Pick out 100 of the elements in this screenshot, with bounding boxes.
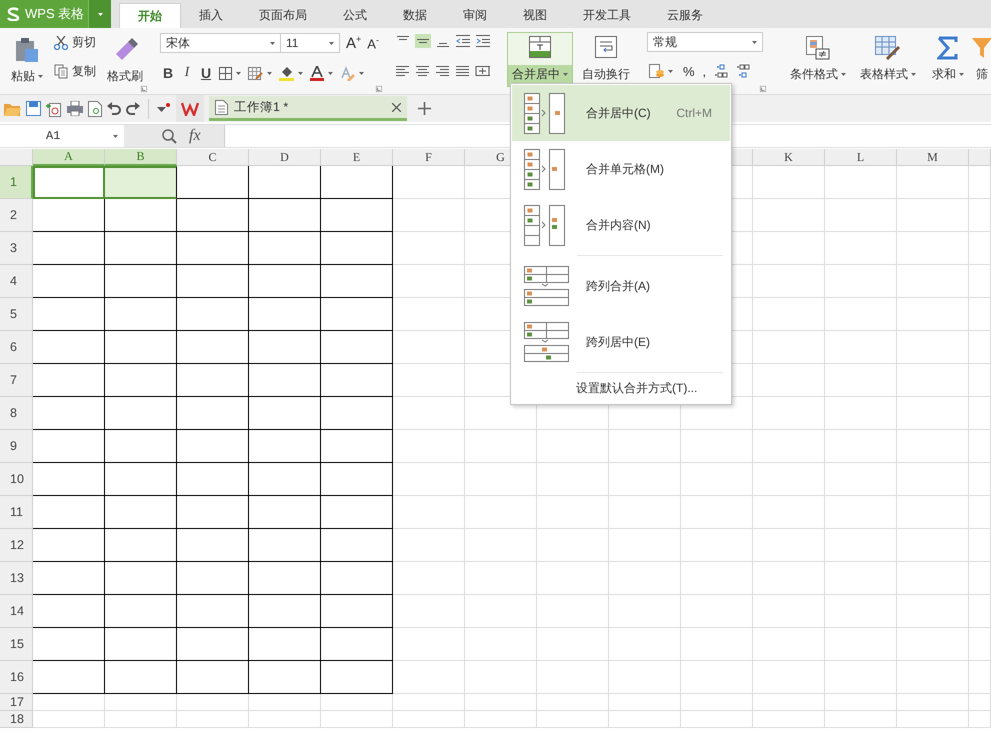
shrink-font-button[interactable]: A$^{-}$ xyxy=(367,34,379,52)
menu-item[interactable]: 跨列合并(A) xyxy=(512,258,730,314)
row-header[interactable]: 14 xyxy=(0,595,33,628)
caret-icon[interactable] xyxy=(113,134,118,138)
row-header[interactable]: 3 xyxy=(0,232,33,265)
row-header[interactable]: 17 xyxy=(0,694,33,711)
merge-center-button[interactable]: 合并居中 xyxy=(506,32,573,87)
row-header[interactable]: 15 xyxy=(0,628,33,661)
row-header[interactable]: 1 xyxy=(0,166,33,199)
ribbon-tab[interactable]: 公式 xyxy=(325,3,385,28)
ribbon-tab[interactable]: 审阅 xyxy=(445,3,505,28)
paste-button[interactable]: 粘贴 xyxy=(6,32,48,89)
format-painter-button[interactable]: 格式刷 xyxy=(102,32,148,89)
conditional-format-button[interactable]: 条件格式 xyxy=(784,32,851,87)
customize-caret-icon[interactable] xyxy=(157,102,171,114)
decrease-indent-icon[interactable] xyxy=(454,34,471,48)
ribbon-tab[interactable]: 云服务 xyxy=(649,3,721,28)
font-name-dropdown[interactable]: 宋体 xyxy=(160,33,281,53)
caret-icon[interactable] xyxy=(840,73,846,76)
caret-icon[interactable] xyxy=(752,40,757,44)
align-center-icon[interactable] xyxy=(414,64,431,78)
save-icon[interactable] xyxy=(26,101,41,116)
cut-button[interactable]: 剪切 xyxy=(52,32,98,53)
sum-button[interactable]: 求和 xyxy=(930,32,965,87)
wrap-text-button[interactable]: 自动换行 xyxy=(576,32,635,87)
align-right-icon[interactable] xyxy=(434,64,451,78)
caret-icon[interactable] xyxy=(236,72,241,74)
selected-cell[interactable] xyxy=(105,166,177,199)
caret-icon[interactable] xyxy=(958,73,964,76)
increase-decimal-icon[interactable] xyxy=(714,64,728,78)
dialog-launcher-icon[interactable] xyxy=(376,86,382,92)
grow-font-button[interactable]: A$^{+}$ xyxy=(346,34,362,52)
column-header[interactable]: E xyxy=(321,149,393,166)
ribbon-tab[interactable]: 插入 xyxy=(181,3,241,28)
row-header[interactable]: 6 xyxy=(0,331,33,364)
column-header[interactable]: K xyxy=(753,149,825,166)
caret-icon[interactable] xyxy=(267,72,272,74)
row-header[interactable]: 16 xyxy=(0,661,33,694)
borders-button[interactable] xyxy=(217,64,243,82)
italic-button[interactable]: I xyxy=(179,65,195,81)
caret-icon[interactable] xyxy=(668,70,673,72)
font-size-dropdown[interactable]: 11 xyxy=(280,33,340,53)
ribbon-tab[interactable]: 数据 xyxy=(385,3,445,28)
percent-button[interactable]: % xyxy=(682,64,695,78)
caret-icon[interactable] xyxy=(359,72,364,74)
column-header[interactable]: L xyxy=(825,149,897,166)
menu-item[interactable]: 跨列居中(E) xyxy=(512,314,730,370)
column-header[interactable]: D xyxy=(249,149,321,166)
decrease-decimal-icon[interactable] xyxy=(736,64,750,78)
zoom-icon[interactable] xyxy=(162,128,177,144)
align-left-icon[interactable] xyxy=(394,64,411,78)
active-cell[interactable] xyxy=(33,166,105,199)
name-box[interactable]: A1 xyxy=(0,125,124,147)
column-header[interactable]: A xyxy=(33,149,105,166)
printer-icon[interactable] xyxy=(67,101,83,116)
ribbon-tab[interactable]: 视图 xyxy=(505,3,565,28)
menu-item[interactable]: 合并居中(C) Ctrl+M xyxy=(512,85,730,141)
row-header[interactable]: 18 xyxy=(0,711,33,728)
insert-function-button[interactable]: fx xyxy=(189,127,201,145)
wps-logo-icon[interactable] xyxy=(181,102,199,116)
row-header[interactable]: 12 xyxy=(0,529,33,562)
caret-icon[interactable] xyxy=(562,73,568,76)
row-header[interactable]: 4 xyxy=(0,265,33,298)
ribbon-tab[interactable]: 开始 xyxy=(119,3,181,28)
column-header[interactable]: B xyxy=(105,149,177,166)
dialog-launcher-icon[interactable] xyxy=(141,86,147,92)
row-header[interactable]: 11 xyxy=(0,496,33,529)
caret-icon[interactable] xyxy=(270,42,275,44)
row-header[interactable]: 7 xyxy=(0,364,33,397)
table-style-button[interactable]: 表格样式 xyxy=(854,32,921,87)
align-middle-icon[interactable] xyxy=(414,34,431,48)
column-header[interactable]: F xyxy=(393,149,465,166)
currency-button[interactable] xyxy=(646,62,675,80)
row-header[interactable]: 5 xyxy=(0,298,33,331)
redo-icon[interactable] xyxy=(126,102,140,116)
row-header[interactable]: 2 xyxy=(0,199,33,232)
font-color-button[interactable] xyxy=(308,64,335,82)
row-header[interactable]: 9 xyxy=(0,430,33,463)
menu-item[interactable]: 设置默认合并方式(T)... xyxy=(511,375,731,402)
filter-button[interactable]: 筛 xyxy=(966,32,991,87)
undo-icon[interactable] xyxy=(107,102,121,116)
number-format-dropdown[interactable]: 常规 xyxy=(646,32,763,52)
export-icon[interactable] xyxy=(46,100,62,116)
cell-style-button[interactable] xyxy=(246,64,274,82)
column-header[interactable]: M xyxy=(897,149,969,166)
increase-indent-icon[interactable] xyxy=(474,34,491,48)
add-tab-icon[interactable] xyxy=(418,102,431,115)
thousands-separator-button[interactable]: , xyxy=(702,64,706,78)
caret-icon[interactable] xyxy=(298,72,303,74)
print-preview-icon[interactable] xyxy=(88,100,102,116)
row-header[interactable]: 8 xyxy=(0,397,33,430)
dialog-launcher-icon[interactable] xyxy=(760,86,766,92)
menu-item[interactable]: 合并内容(N) xyxy=(512,197,730,253)
underline-button[interactable]: U xyxy=(198,65,214,81)
row-header[interactable]: 10 xyxy=(0,463,33,496)
distributed-icon[interactable] xyxy=(474,64,491,78)
caret-icon[interactable] xyxy=(328,72,333,74)
copy-button[interactable]: 复制 xyxy=(52,61,98,82)
row-header[interactable]: 13 xyxy=(0,562,33,595)
caret-icon[interactable] xyxy=(38,75,43,78)
